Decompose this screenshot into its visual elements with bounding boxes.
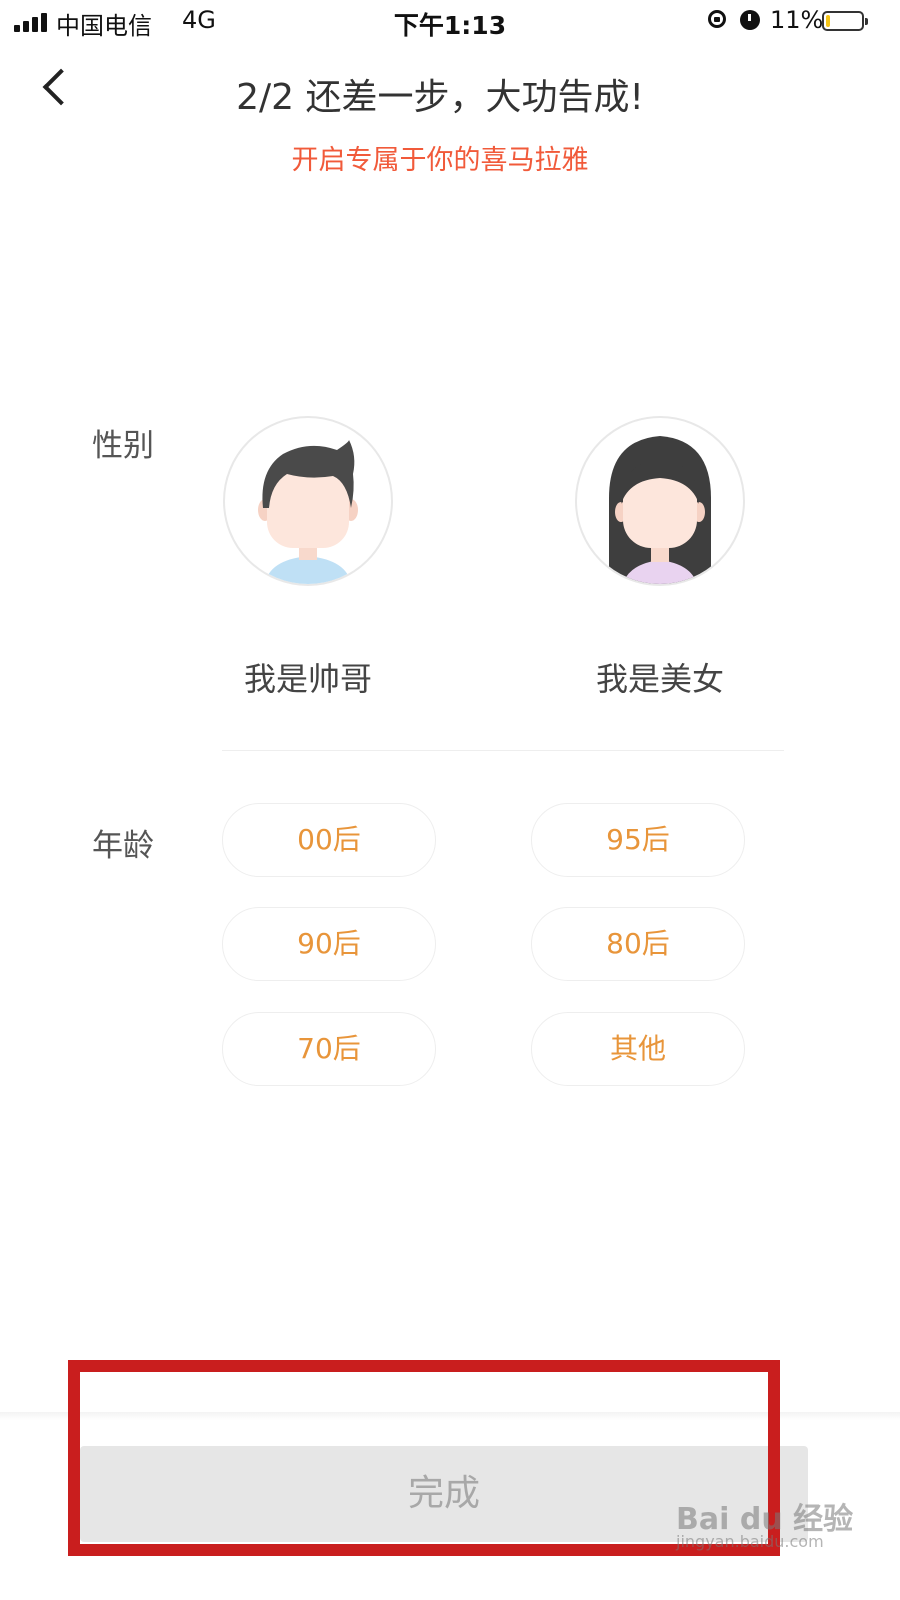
watermark-url: jingyan.baidu.com [676, 1532, 824, 1551]
age-option-80[interactable]: 80后 [531, 907, 745, 981]
gender-option-label: 我是美女 [595, 660, 724, 698]
alarm-icon [740, 10, 760, 30]
gender-option-label: 我是帅哥 [243, 660, 372, 698]
page-subtitle: 开启专属于你的喜马拉雅 [291, 145, 589, 176]
battery-percent: 11% [770, 6, 824, 34]
gender-label: 性别 [92, 428, 154, 464]
age-option-95[interactable]: 95后 [531, 803, 745, 877]
age-option-90[interactable]: 90后 [222, 907, 436, 981]
section-divider [222, 750, 784, 751]
battery-fill [826, 15, 830, 27]
status-time: 下午1:13 [393, 11, 507, 40]
battery-icon [822, 11, 868, 31]
footer-separator [0, 1412, 900, 1420]
page-title: 2/2 还差一步，大功告成! [236, 77, 644, 118]
watermark: Bai du 经验 jingyan.baidu.com [676, 1494, 876, 1554]
status-bar: 中国电信 4G 下午1:13 11% [0, 0, 900, 44]
gender-option-female[interactable]: 我是美女 [545, 416, 775, 706]
female-avatar-icon [575, 416, 745, 586]
male-avatar-icon [223, 416, 393, 586]
age-option-other[interactable]: 其他 [531, 1012, 745, 1086]
age-label: 年龄 [92, 828, 154, 864]
rotation-lock-icon [708, 10, 726, 28]
age-option-00[interactable]: 00后 [222, 803, 436, 877]
age-option-70[interactable]: 70后 [222, 1012, 436, 1086]
gender-option-male[interactable]: 我是帅哥 [193, 416, 423, 706]
